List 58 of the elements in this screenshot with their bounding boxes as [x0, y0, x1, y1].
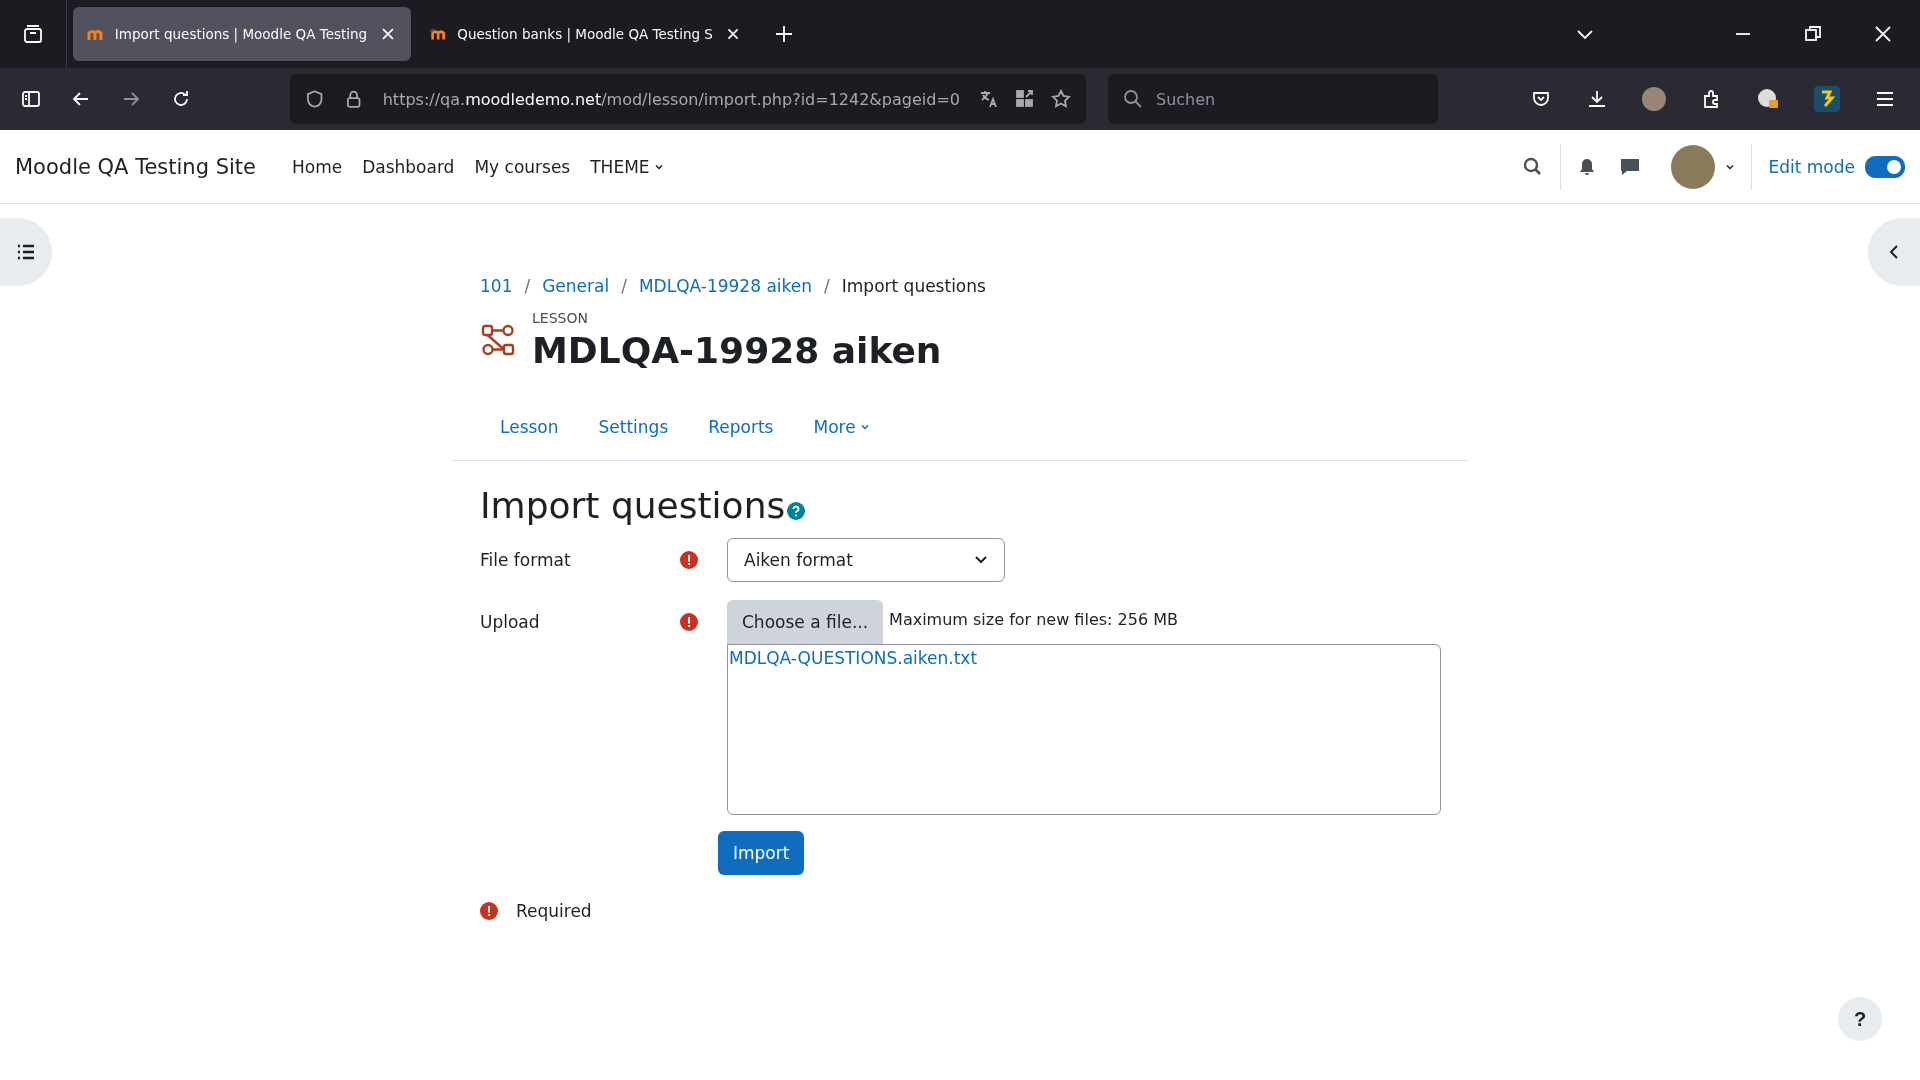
sidebar-icon[interactable] [20, 88, 42, 110]
help-button[interactable]: ? [1838, 997, 1882, 1041]
secondary-nav-tab[interactable]: Settings [578, 409, 689, 448]
browser-tab[interactable]: Question banks | Moodle QA Testing S [417, 7, 755, 61]
search-icon[interactable] [1122, 88, 1144, 110]
lesson-icon [480, 322, 516, 358]
field-label: Upload [480, 611, 541, 632]
page-title: MDLQA-19928 aiken [532, 330, 942, 371]
breadcrumb-current: Import questions [841, 276, 986, 296]
moodle-logo-icon [85, 27, 105, 41]
required-icon [480, 902, 498, 920]
secondary-nav-tab[interactable]: Reports [688, 409, 794, 448]
choose-file-button[interactable]: Choose a file... [727, 600, 884, 644]
file-drop-area[interactable]: MDLQA-QUESTIONS.aiken.txt [727, 644, 1441, 815]
new-tab-icon[interactable] [773, 23, 795, 45]
edit-mode-label: Edit mode [1768, 156, 1855, 177]
file-link[interactable]: MDLQA-QUESTIONS.aiken.txt [729, 648, 978, 668]
edit-mode-toggle[interactable] [1865, 155, 1905, 178]
chat-icon[interactable] [1619, 156, 1642, 177]
breadcrumb-separator: / [524, 276, 531, 296]
course-index-button[interactable] [0, 218, 52, 286]
extension-icon[interactable] [1756, 87, 1780, 111]
form-heading: Import questions [480, 485, 786, 526]
nav-link[interactable]: Home [281, 148, 353, 185]
required-note: Required [516, 901, 592, 921]
list-icon [17, 244, 35, 260]
url-text: https://qa.moodledemo.net/mod/lesson/import.php?id=1242&pageid=0 [382, 89, 960, 109]
breadcrumb-link[interactable]: General [542, 276, 610, 296]
import-button[interactable]: Import [718, 831, 805, 875]
activity-type: LESSON [532, 310, 589, 326]
max-size-note: Maximum size for new files: 256 MB [889, 609, 1178, 629]
file-format-select[interactable]: Aiken format [727, 538, 1005, 582]
caret-icon [859, 422, 870, 432]
search-field[interactable]: Suchen [1108, 74, 1438, 124]
secondary-nav-tab[interactable]: More [793, 409, 890, 448]
caret-icon [974, 555, 988, 565]
secondary-nav-tab[interactable]: Lesson [480, 409, 579, 448]
nav-link[interactable]: My courses [464, 148, 581, 185]
moodle-logo-icon [429, 27, 448, 41]
site-name[interactable]: Moodle QA Testing Site [15, 154, 256, 179]
nav-link[interactable]: Dashboard [352, 148, 465, 185]
breadcrumb-separator: / [824, 276, 830, 296]
browser-tab[interactable]: Import questions | Moodle QA Testing [73, 7, 411, 61]
account-avatar[interactable] [1642, 87, 1666, 111]
bookmark-star-icon[interactable] [1050, 88, 1072, 110]
translate-icon[interactable] [978, 88, 1000, 110]
nav-link[interactable]: THEME [580, 148, 674, 185]
address-bar[interactable]: https://qa.moodledemo.net/mod/lesson/import.php?id=1242&pageid=0 [290, 74, 1086, 124]
tab-overview-icon[interactable] [22, 23, 44, 45]
breadcrumb-separator: / [621, 276, 627, 296]
breadcrumb-link[interactable]: 101 [480, 276, 513, 296]
download-icon[interactable] [1586, 88, 1608, 110]
extensions-grid-icon[interactable] [1014, 88, 1036, 110]
breadcrumb-link[interactable]: MDLQA-19928 aiken [638, 276, 813, 296]
chevron-left-icon [1888, 244, 1900, 260]
field-label: File format [480, 549, 572, 570]
extension-icon[interactable] [1814, 86, 1840, 112]
help-icon[interactable] [787, 502, 806, 520]
